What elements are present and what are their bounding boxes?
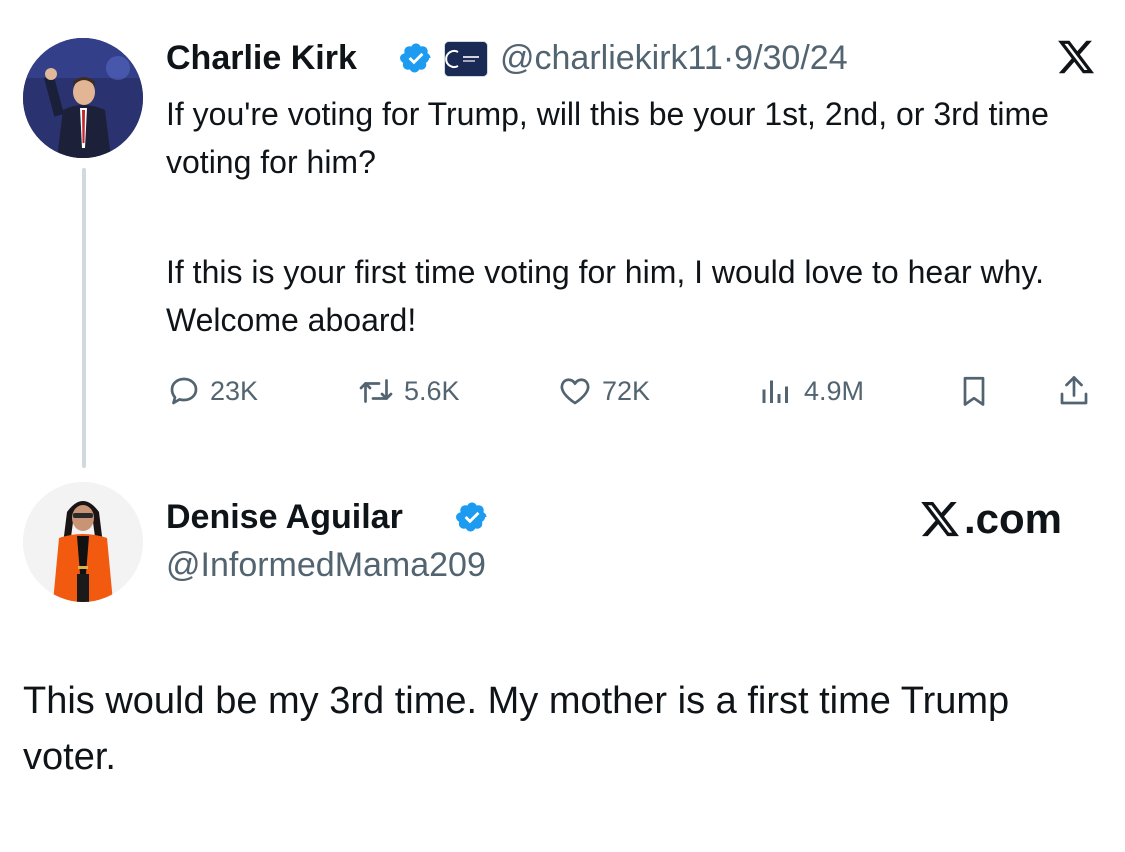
tweet-date[interactable]: 9/30/24 — [734, 39, 847, 77]
views-button[interactable]: 4.9M — [756, 366, 864, 416]
bookmark-icon — [963, 376, 985, 406]
thread-connector-line — [82, 168, 86, 468]
separator-dot: · — [722, 39, 735, 77]
tweet-text-paragraph-2: If this is your first time voting for hi… — [166, 254, 1044, 338]
reply-icon — [170, 377, 198, 405]
x-com-watermark: .com — [918, 497, 1062, 541]
repost-button[interactable]: 5.6K — [356, 366, 460, 416]
verified-badge-icon — [455, 500, 489, 534]
views-count: 4.9M — [804, 375, 865, 406]
x-logo-icon — [921, 501, 959, 537]
views-icon — [762, 380, 788, 403]
reply-author-name[interactable]: Denise Aguilar — [166, 497, 403, 537]
share-button[interactable] — [1056, 366, 1100, 416]
reply-button[interactable]: 23K — [166, 366, 258, 416]
x-logo-icon — [1055, 37, 1097, 77]
like-button[interactable]: 72K — [556, 366, 650, 416]
reply-author-handle[interactable]: @InformedMama209 — [166, 545, 486, 585]
tweet-author-handle-and-date[interactable]: @charliekirk11·9/30/24 — [500, 38, 848, 78]
repost-count: 5.6K — [404, 375, 460, 406]
share-icon — [1060, 376, 1088, 405]
like-count: 72K — [602, 375, 651, 406]
denise-aguilar-avatar[interactable] — [23, 482, 143, 602]
tweet-author-handle[interactable]: @charliekirk11 — [500, 39, 723, 77]
verified-badge-icon — [399, 41, 433, 75]
charlie-kirk-avatar[interactable] — [23, 38, 143, 158]
x-com-watermark-text: .com — [964, 495, 1063, 542]
tweet-author-name[interactable]: Charlie Kirk — [166, 38, 357, 78]
tweet-action-bar: 23K 5.6K 72K 4.9M — [166, 366, 1106, 416]
affiliate-org-badge-icon[interactable] — [444, 41, 488, 77]
reply-count: 23K — [210, 375, 259, 406]
repost-icon — [359, 379, 393, 403]
bookmark-button[interactable] — [956, 366, 1000, 416]
like-icon — [560, 378, 590, 405]
reply-text: This would be my 3rd time. My mother is … — [23, 680, 1010, 778]
tweet-text-paragraph-1: If you're voting for Trump, will this be… — [166, 96, 1049, 180]
